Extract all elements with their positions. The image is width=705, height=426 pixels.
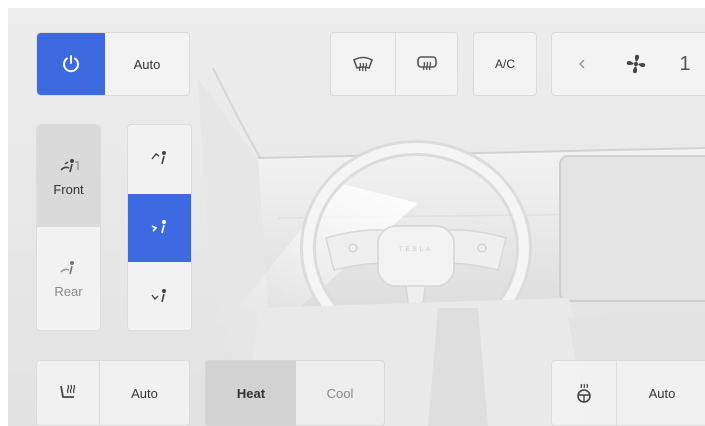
wheel-auto-label: Auto xyxy=(648,385,676,401)
fan-speed-group: 1 xyxy=(551,32,705,96)
steering-wheel-heater-icon xyxy=(577,383,591,403)
defrost-group xyxy=(330,32,458,96)
seat-auto-button[interactable]: Auto xyxy=(100,361,189,425)
zone-selector: Front Rear xyxy=(36,124,101,331)
ac-label: A/C xyxy=(494,57,515,71)
wheel-heater-group: Auto xyxy=(551,360,705,426)
cool-label: Cool xyxy=(326,385,354,401)
cool-button[interactable]: Cool xyxy=(296,361,384,425)
airflow-face-button[interactable] xyxy=(128,194,191,262)
heat-cool-toggle: Heat Cool xyxy=(205,360,385,426)
fan-decrease-button[interactable] xyxy=(562,33,602,95)
seat-heater-group: Auto xyxy=(36,360,190,426)
fan-speed-value: 1 xyxy=(679,52,691,75)
seat-heater-icon xyxy=(60,384,76,398)
climate-screen: TESLA Auto A/C 1 Front Rear Auto Heat Co… xyxy=(8,8,705,426)
front-defrost-button[interactable] xyxy=(331,33,395,95)
auto-label: Auto xyxy=(133,56,161,72)
fan-icon xyxy=(626,54,646,74)
zone-front-label: Front xyxy=(53,181,84,197)
auto-button[interactable]: Auto xyxy=(105,33,189,95)
chevron-left-icon xyxy=(579,59,585,69)
svg-text:TESLA: TESLA xyxy=(399,247,433,253)
front-defrost-icon xyxy=(353,56,373,72)
airflow-feet-icon xyxy=(150,289,166,303)
power-button[interactable] xyxy=(37,33,105,95)
airflow-windshield-button[interactable] xyxy=(128,125,191,193)
wheel-auto-button[interactable]: Auto xyxy=(617,361,705,425)
power-auto-group: Auto xyxy=(36,32,190,96)
zone-rear-label: Rear xyxy=(54,284,83,299)
wheel-heater-button[interactable] xyxy=(552,361,616,425)
zone-rear-button[interactable]: Rear xyxy=(37,227,100,330)
airflow-selector xyxy=(127,124,192,331)
power-icon xyxy=(63,55,79,73)
seat-heater-button[interactable] xyxy=(37,361,99,425)
fan-icon-wrap xyxy=(616,33,656,95)
zone-front-button[interactable]: Front xyxy=(37,125,100,227)
airflow-face-icon xyxy=(151,220,166,234)
front-seat-airflow-icon xyxy=(59,158,79,172)
airflow-feet-button[interactable] xyxy=(128,263,191,331)
heat-button[interactable]: Heat xyxy=(206,361,296,425)
rear-defrost-icon xyxy=(417,56,437,71)
seat-auto-label: Auto xyxy=(131,385,158,401)
rear-defrost-button[interactable] xyxy=(396,33,458,95)
rear-seat-airflow-icon xyxy=(59,261,74,275)
heat-label: Heat xyxy=(236,385,266,401)
airflow-windshield-icon xyxy=(150,151,166,165)
ac-button[interactable]: A/C xyxy=(473,32,537,96)
